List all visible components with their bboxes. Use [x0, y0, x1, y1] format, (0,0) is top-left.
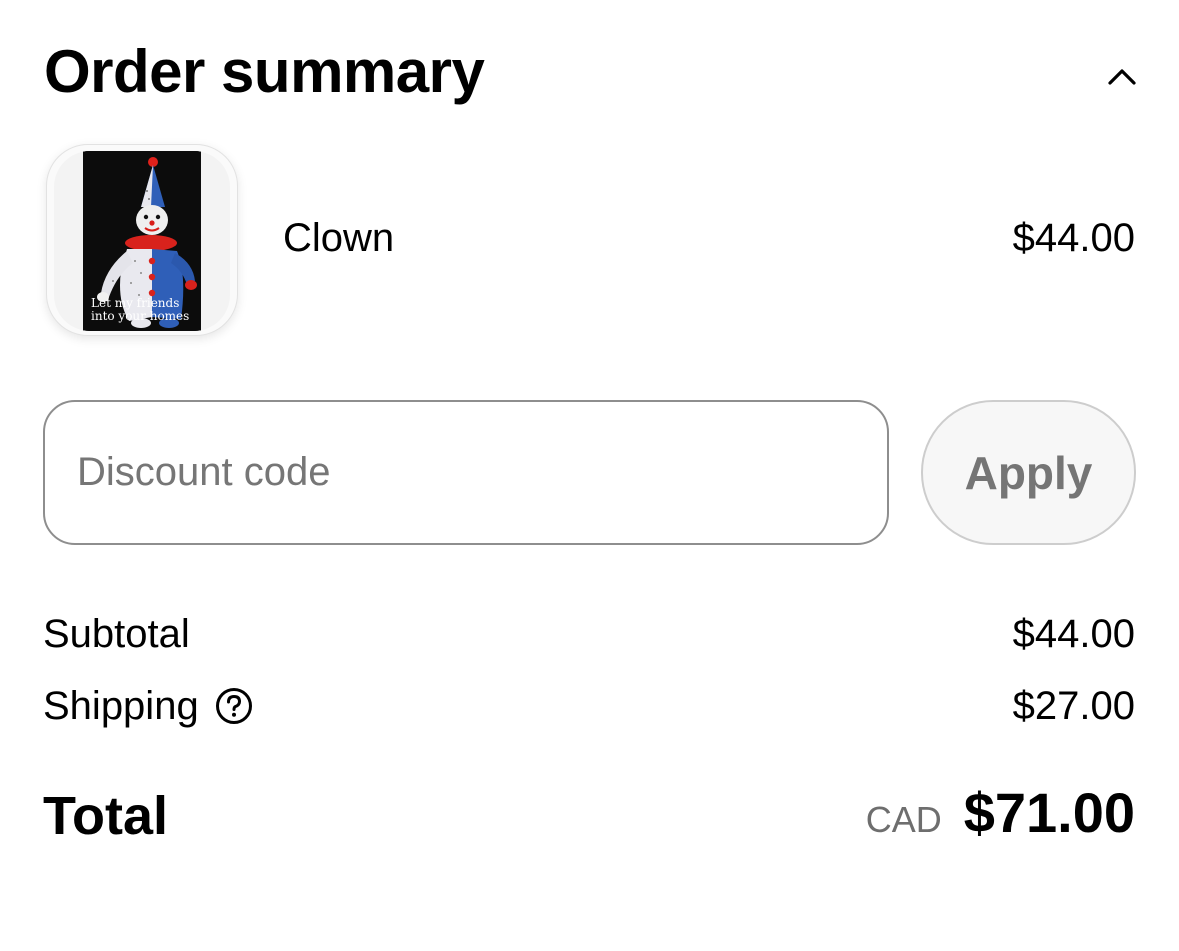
shipping-value: $27.00	[1012, 684, 1135, 728]
currency-code: CAD	[865, 798, 942, 840]
total-amount-group: CAD $71.00	[865, 780, 1135, 844]
total-row: Total CAD $71.00	[43, 780, 1135, 846]
total-label: Total	[43, 786, 168, 846]
line-item-name: Clown	[283, 216, 395, 260]
apply-discount-button[interactable]: Apply	[921, 400, 1136, 545]
total-value: $71.00	[963, 780, 1135, 844]
collapse-summary-button[interactable]	[1097, 55, 1147, 99]
discount-code-input[interactable]	[43, 400, 889, 545]
order-summary-panel: Order summary Let my friends into your h…	[0, 0, 1179, 951]
help-circle-icon[interactable]	[215, 687, 253, 725]
line-item-price: $44.00	[1012, 216, 1135, 260]
product-thumbnail: Let my friends into your homes	[46, 144, 238, 336]
subtotal-label: Subtotal	[43, 612, 190, 656]
order-summary-title: Order summary	[44, 38, 485, 105]
shipping-label-group: Shipping	[43, 682, 253, 730]
shipping-label: Shipping	[43, 684, 199, 728]
shipping-row: Shipping $27.00	[43, 682, 1135, 730]
product-thumbnail-frame: Let my friends into your homes	[54, 151, 230, 331]
chevron-up-icon	[1108, 69, 1136, 85]
subtotal-row: Subtotal $44.00	[43, 610, 1135, 658]
clown-photo: Let my friends into your homes	[83, 151, 201, 331]
subtotal-value: $44.00	[1012, 612, 1135, 656]
product-image-caption: Let my friends into your homes	[91, 296, 190, 323]
